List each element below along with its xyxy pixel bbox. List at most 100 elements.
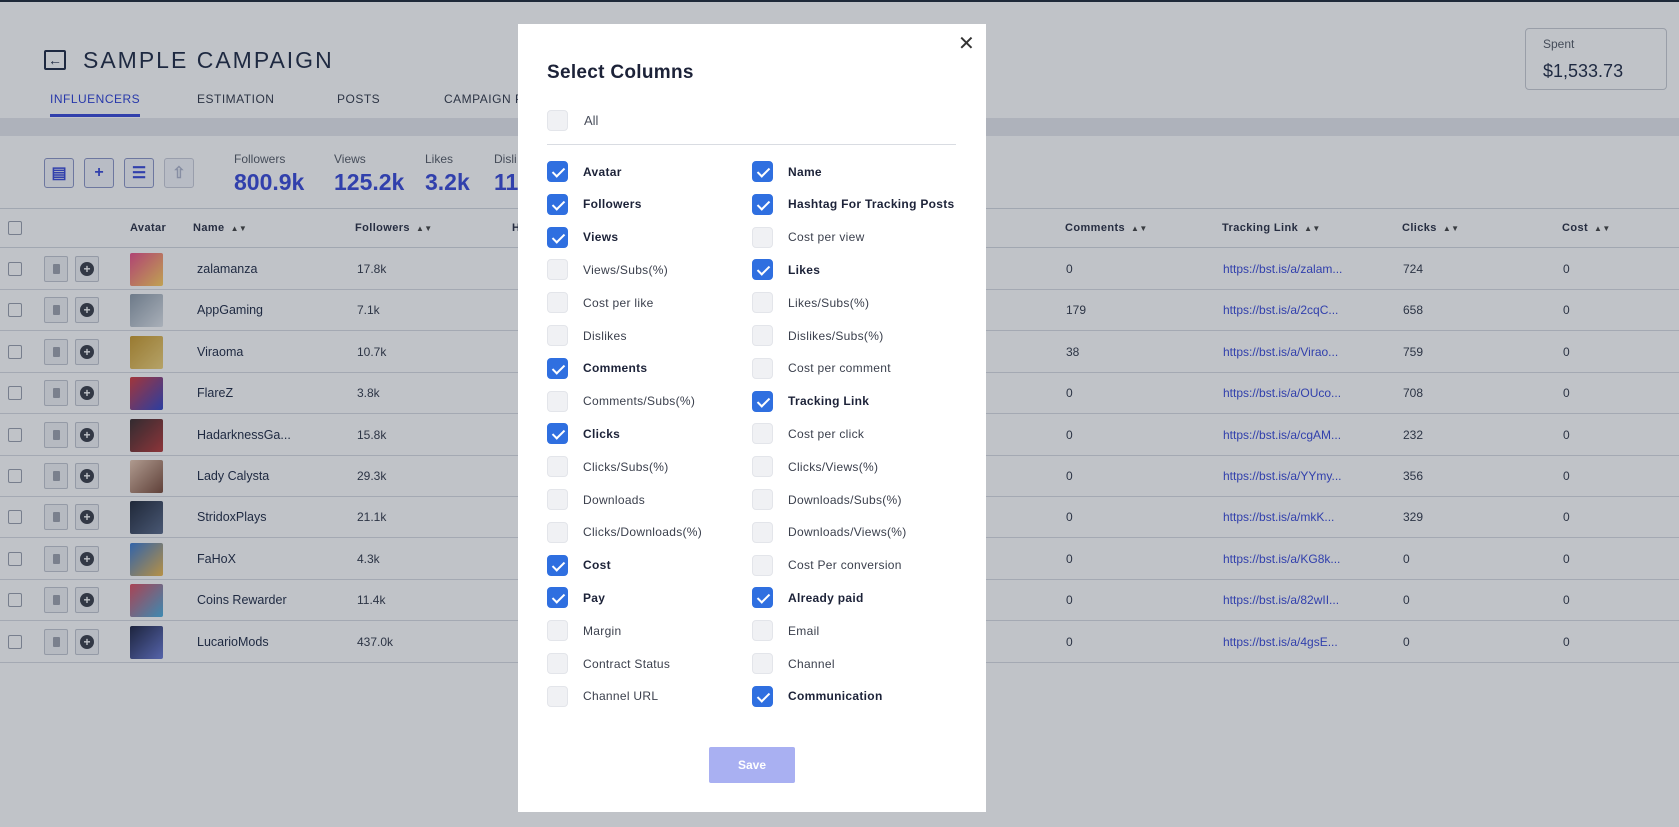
column-option-label: Already paid xyxy=(788,590,864,605)
column-option[interactable]: Clicks/Subs(%) xyxy=(547,456,669,478)
column-option-label: Views/Subs(%) xyxy=(583,262,669,277)
column-option[interactable]: Name xyxy=(752,161,822,182)
column-option[interactable]: Downloads/Views(%) xyxy=(752,521,907,543)
unchecked-checkbox[interactable] xyxy=(752,423,773,445)
column-option[interactable]: Tracking Link xyxy=(752,390,869,412)
column-option-label: Channel URL xyxy=(583,689,659,704)
column-option-label: Channel xyxy=(788,656,835,671)
divider xyxy=(547,144,956,145)
column-option[interactable]: Already paid xyxy=(752,587,864,609)
column-option-label: Clicks/Subs(%) xyxy=(583,459,669,474)
column-option[interactable]: Comments/Subs(%) xyxy=(547,390,695,412)
unchecked-checkbox[interactable] xyxy=(752,620,773,642)
column-option[interactable]: Cost per comment xyxy=(752,357,891,379)
select-columns-modal: ✕ Select Columns All Avatar Name Followers… xyxy=(518,24,986,812)
column-option[interactable]: Avatar xyxy=(547,161,622,182)
column-option[interactable]: Cost per view xyxy=(752,226,865,248)
unchecked-checkbox[interactable] xyxy=(547,489,568,510)
column-option[interactable]: Views/Subs(%) xyxy=(547,259,669,281)
column-option-label: Dislikes xyxy=(583,328,627,343)
column-option[interactable]: Downloads/Subs(%) xyxy=(752,489,902,510)
column-option-label: Downloads/Subs(%) xyxy=(788,492,902,507)
unchecked-checkbox[interactable] xyxy=(752,653,773,674)
column-option[interactable]: Clicks xyxy=(547,423,621,445)
column-option[interactable]: Downloads xyxy=(547,489,645,510)
checked-checkbox[interactable] xyxy=(752,259,773,281)
modal-title: Select Columns xyxy=(547,62,694,83)
column-option-label: Pay xyxy=(583,590,606,605)
unchecked-checkbox[interactable] xyxy=(547,685,568,707)
column-option-label: Hashtag For Tracking Posts xyxy=(788,197,955,212)
column-option[interactable]: Views xyxy=(547,226,619,248)
checked-checkbox[interactable] xyxy=(547,357,568,379)
column-option-label: Cost per like xyxy=(583,295,654,310)
column-option[interactable]: Cost per like xyxy=(547,292,654,314)
column-option-label: Downloads xyxy=(583,492,646,507)
column-option[interactable]: Cost Per conversion xyxy=(752,554,902,576)
unchecked-checkbox[interactable] xyxy=(547,390,568,412)
column-option[interactable]: Communication xyxy=(752,685,883,707)
column-option-label: Clicks/Views(%) xyxy=(788,459,879,474)
column-option[interactable]: Channel URL xyxy=(547,685,659,707)
checked-checkbox[interactable] xyxy=(752,193,773,215)
checked-checkbox[interactable] xyxy=(547,587,568,609)
checked-checkbox[interactable] xyxy=(547,554,568,576)
column-option[interactable]: Email xyxy=(752,620,820,642)
unchecked-checkbox[interactable] xyxy=(547,292,568,314)
checked-checkbox[interactable] xyxy=(752,390,773,412)
column-option[interactable]: Cost per click xyxy=(752,423,865,445)
column-option[interactable]: Cost xyxy=(547,554,611,576)
checked-checkbox[interactable] xyxy=(547,226,568,248)
unchecked-checkbox[interactable] xyxy=(547,259,568,281)
checked-checkbox[interactable] xyxy=(752,161,773,182)
column-option[interactable]: Comments xyxy=(547,357,647,379)
unchecked-checkbox[interactable] xyxy=(547,521,568,543)
unchecked-checkbox[interactable] xyxy=(752,357,773,379)
checked-checkbox[interactable] xyxy=(547,161,568,182)
column-option-label: Followers xyxy=(583,197,642,212)
column-option[interactable]: Margin xyxy=(547,620,621,642)
column-option[interactable]: Likes xyxy=(752,259,821,281)
column-option-label: Clicks xyxy=(583,426,621,441)
select-all-label: All xyxy=(584,113,599,128)
unchecked-checkbox[interactable] xyxy=(752,292,773,314)
unchecked-checkbox[interactable] xyxy=(752,521,773,543)
save-button[interactable]: Save xyxy=(709,747,795,783)
checked-checkbox[interactable] xyxy=(752,685,773,707)
column-option[interactable]: Dislikes/Subs(%) xyxy=(752,325,884,346)
column-option-label: Views xyxy=(583,230,619,245)
unchecked-checkbox[interactable] xyxy=(752,554,773,576)
column-option-label: Cost Per conversion xyxy=(788,558,902,573)
column-option-label: Avatar xyxy=(583,164,622,179)
column-option[interactable]: Pay xyxy=(547,587,606,609)
unchecked-checkbox[interactable] xyxy=(752,489,773,510)
checked-checkbox[interactable] xyxy=(547,193,568,215)
column-option[interactable]: Likes/Subs(%) xyxy=(752,292,869,314)
unchecked-checkbox[interactable] xyxy=(752,325,773,346)
unchecked-checkbox[interactable] xyxy=(547,620,568,642)
column-option[interactable]: Clicks/Views(%) xyxy=(752,456,879,478)
checked-checkbox[interactable] xyxy=(547,423,568,445)
checked-checkbox[interactable] xyxy=(752,587,773,609)
column-option[interactable]: Followers xyxy=(547,193,642,215)
column-option-label: Cost per comment xyxy=(788,361,891,376)
column-option-label: Likes xyxy=(788,262,821,277)
unchecked-checkbox[interactable] xyxy=(547,653,568,674)
unchecked-checkbox[interactable] xyxy=(752,456,773,478)
unchecked-checkbox[interactable] xyxy=(547,456,568,478)
unchecked-checkbox[interactable] xyxy=(752,226,773,248)
column-option-label: Downloads/Views(%) xyxy=(788,525,907,540)
select-all-checkbox[interactable] xyxy=(547,110,568,131)
column-option-label: Cost per view xyxy=(788,230,865,245)
column-option[interactable]: Clicks/Downloads(%) xyxy=(547,521,702,543)
column-option[interactable]: Contract Status xyxy=(547,653,670,674)
column-option[interactable]: Hashtag For Tracking Posts xyxy=(752,193,955,215)
column-option[interactable]: Dislikes xyxy=(547,325,627,346)
unchecked-checkbox[interactable] xyxy=(547,325,568,346)
column-option-label: Contract Status xyxy=(583,656,671,671)
column-option-label: Cost per click xyxy=(788,426,865,441)
select-all-option[interactable]: All xyxy=(547,110,598,131)
column-option-label: Dislikes/Subs(%) xyxy=(788,328,884,343)
column-option[interactable]: Channel xyxy=(752,653,835,674)
close-icon[interactable]: ✕ xyxy=(958,34,975,54)
